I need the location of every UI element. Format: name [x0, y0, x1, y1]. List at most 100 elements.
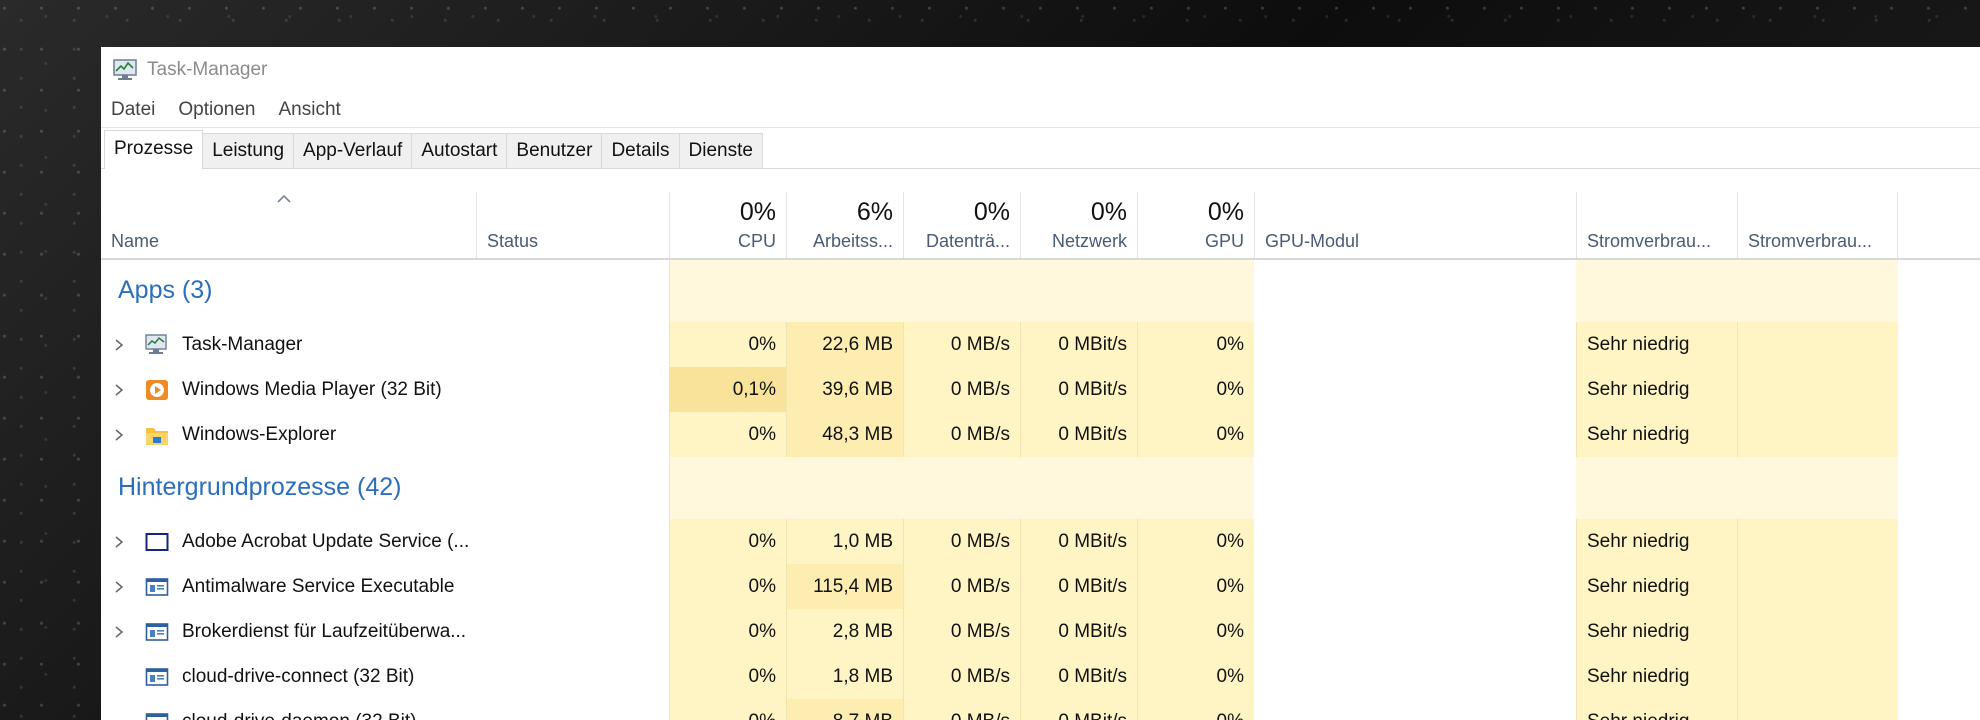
column-header-cpu[interactable]: 0% CPU [669, 192, 786, 258]
process-name: Windows-Explorer [182, 424, 337, 445]
window-title: Task-Manager [147, 59, 268, 80]
cpu-cell: 0% [669, 609, 786, 654]
gpu-cell: 0% [1137, 519, 1254, 564]
memory-cell: 39,6 MB [786, 367, 903, 412]
column-header-power-usage[interactable]: Stromverbrau... [1576, 192, 1737, 258]
power-usage-cell: Sehr niedrig [1576, 699, 1737, 720]
service-window-icon [145, 578, 169, 596]
power-trend-cell [1737, 564, 1898, 609]
process-name-cell: Task-Manager [101, 322, 471, 367]
task-manager-window: Task-Manager Datei Optionen Ansicht Proz… [101, 47, 1980, 720]
column-label-name: Name [111, 231, 160, 251]
tab-startup[interactable]: Autostart [411, 133, 508, 168]
power-usage-cell: Sehr niedrig [1576, 609, 1737, 654]
power-trend-cell [1737, 519, 1898, 564]
group-title-background: Hintergrundprozesse (42) [118, 473, 402, 501]
table-row[interactable]: cloud-drive-connect (32 Bit) 0% 1,8 MB 0… [101, 654, 1980, 699]
service-window-icon [145, 623, 169, 641]
task-manager-icon [145, 334, 167, 354]
process-name-cell: cloud-drive-daemon (32 Bit) [101, 699, 471, 720]
tab-details[interactable]: Details [601, 133, 680, 168]
table-row[interactable]: Adobe Acrobat Update Service (... 0% 1,0… [101, 519, 1980, 564]
memory-cell: 115,4 MB [786, 564, 903, 609]
disk-cell: 0 MB/s [903, 322, 1020, 367]
power-trend-cell [1737, 322, 1898, 367]
power-usage-cell: Sehr niedrig [1576, 322, 1737, 367]
power-trend-cell [1737, 609, 1898, 654]
disk-cell: 0 MB/s [903, 412, 1020, 457]
menu-view[interactable]: Ansicht [278, 99, 340, 121]
process-name: Adobe Acrobat Update Service (... [182, 531, 470, 552]
tab-users[interactable]: Benutzer [506, 133, 603, 168]
network-cell: 0 MBit/s [1020, 412, 1137, 457]
process-name-cell: cloud-drive-connect (32 Bit) [101, 654, 471, 699]
cpu-cell: 0% [669, 564, 786, 609]
tab-app-history[interactable]: App-Verlauf [293, 133, 413, 168]
process-name-cell: Windows-Explorer [101, 412, 471, 457]
table-row[interactable]: Windows-Explorer 0% 48,3 MB 0 MB/s 0 MBi… [101, 412, 1980, 457]
menu-options[interactable]: Optionen [178, 99, 255, 121]
network-cell: 0 MBit/s [1020, 654, 1137, 699]
column-header-power-trend[interactable]: Stromverbrau... [1737, 192, 1898, 258]
tab-services[interactable]: Dienste [678, 133, 763, 168]
table-row[interactable]: Antimalware Service Executable 0% 115,4 … [101, 564, 1980, 609]
table-row[interactable]: cloud-drive-daemon (32 Bit) 0% 8,7 MB 0 … [101, 699, 1980, 720]
memory-cell: 48,3 MB [786, 412, 903, 457]
column-header-gpu-engine[interactable]: GPU-Modul [1254, 192, 1576, 258]
chevron-right-icon[interactable] [113, 383, 125, 397]
chevron-right-icon[interactable] [113, 580, 125, 594]
column-header-status[interactable]: Status [476, 192, 669, 258]
process-name-cell: Brokerdienst für Laufzeitüberwa... [101, 609, 471, 654]
cpu-cell: 0% [669, 699, 786, 720]
tab-performance[interactable]: Leistung [202, 133, 295, 168]
cpu-cell: 0% [669, 322, 786, 367]
disk-cell: 0 MB/s [903, 609, 1020, 654]
process-name-cell: Antimalware Service Executable [101, 564, 471, 609]
title-bar: Task-Manager [101, 47, 1980, 93]
power-trend-cell [1737, 412, 1898, 457]
network-cell: 0 MBit/s [1020, 699, 1137, 720]
group-row-background: Hintergrundprozesse (42) [101, 457, 1980, 519]
tab-processes[interactable]: Prozesse [104, 130, 204, 169]
chevron-right-icon[interactable] [113, 338, 125, 352]
process-name: Brokerdienst für Laufzeitüberwa... [182, 621, 467, 642]
column-header-name[interactable]: Name [101, 192, 476, 258]
gpu-cell: 0% [1137, 609, 1254, 654]
table-row[interactable]: Brokerdienst für Laufzeitüberwa... 0% 2,… [101, 609, 1980, 654]
column-header-gpu[interactable]: 0% GPU [1137, 192, 1254, 258]
power-usage-cell: Sehr niedrig [1576, 367, 1737, 412]
process-name: Task-Manager [182, 334, 303, 355]
gpu-cell: 0% [1137, 322, 1254, 367]
column-label-power-usage: Stromverbrau... [1587, 231, 1712, 251]
chevron-right-icon[interactable] [113, 428, 125, 442]
menu-file[interactable]: Datei [111, 99, 155, 121]
disk-cell: 0 MB/s [903, 699, 1020, 720]
column-header-memory[interactable]: 6% Arbeitss... [786, 192, 903, 258]
network-cell: 0 MBit/s [1020, 609, 1137, 654]
column-header-network[interactable]: 0% Netzwerk [1020, 192, 1137, 258]
process-name: cloud-drive-daemon (32 Bit) [182, 699, 416, 720]
group-title-apps: Apps (3) [118, 276, 213, 304]
network-cell: 0 MBit/s [1020, 367, 1137, 412]
window-outline-icon [145, 533, 169, 551]
process-name: Windows Media Player (32 Bit) [182, 379, 442, 400]
column-header-disk[interactable]: 0% Datenträ... [903, 192, 1020, 258]
column-label-disk: Datenträ... [925, 231, 1010, 251]
memory-cell: 2,8 MB [786, 609, 903, 654]
process-name-cell: Windows Media Player (32 Bit) [101, 367, 471, 412]
disk-cell: 0 MB/s [903, 367, 1020, 412]
gpu-cell: 0% [1137, 367, 1254, 412]
tab-strip: Prozesse Leistung App-Verlauf Autostart … [101, 128, 1980, 169]
group-power-bg [1576, 457, 1898, 519]
cpu-cell: 0% [669, 412, 786, 457]
memory-cell: 1,0 MB [786, 519, 903, 564]
disk-total-percent: 0% [973, 198, 1010, 226]
chevron-right-icon[interactable] [113, 535, 125, 549]
service-window-icon [145, 713, 169, 720]
table-row[interactable]: Windows Media Player (32 Bit) 0,1% 39,6 … [101, 367, 1980, 412]
table-header: Name Status 0% CPU 6% Arbeitss... 0% Dat… [101, 192, 1980, 260]
chevron-right-icon[interactable] [113, 625, 125, 639]
power-usage-cell: Sehr niedrig [1576, 412, 1737, 457]
group-row-apps: Apps (3) [101, 260, 1980, 322]
table-row[interactable]: Task-Manager 0% 22,6 MB 0 MB/s 0 MBit/s … [101, 322, 1980, 367]
